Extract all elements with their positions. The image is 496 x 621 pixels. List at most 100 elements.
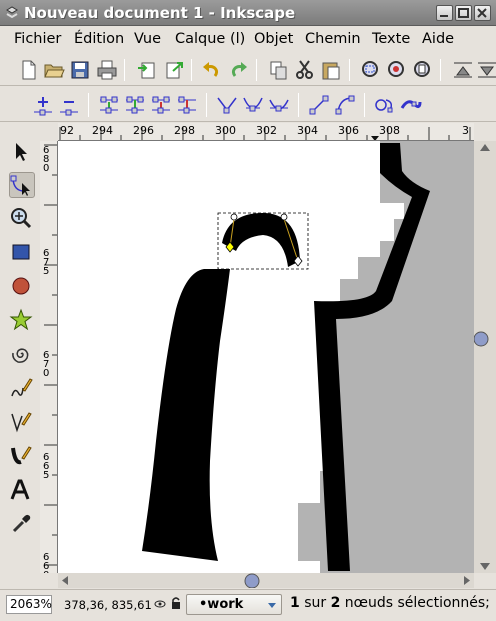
menu-vue[interactable]: Vue <box>134 31 161 47</box>
menubar: Fichier Édition Vue Calque (l) Objet Che… <box>0 26 496 52</box>
eye-icon[interactable] <box>154 598 166 610</box>
horizontal-scrollbar[interactable] <box>58 573 474 589</box>
maximize-button[interactable] <box>455 5 472 21</box>
h-tick-label: 304 <box>297 124 318 137</box>
print-icon[interactable] <box>96 59 118 81</box>
scrollbar-track <box>62 573 470 589</box>
pencil-tool-icon <box>11 378 33 397</box>
node-symmetric-icon[interactable] <box>268 94 290 116</box>
more-icon[interactable] <box>476 59 496 81</box>
rect-tool[interactable] <box>9 240 35 266</box>
vertical-scrollbar[interactable] <box>473 141 496 573</box>
h-tick-label: 3 <box>462 124 469 137</box>
v-tick-label: 665 <box>43 452 50 481</box>
left-brush-shape <box>142 269 230 561</box>
pen-tool-icon <box>11 412 32 433</box>
h-tick-label: 296 <box>133 124 154 137</box>
delete-segment-icon[interactable] <box>176 94 198 116</box>
zoom-tool[interactable] <box>9 206 35 232</box>
pen-tool[interactable] <box>9 410 35 436</box>
lock-icon[interactable] <box>170 596 182 610</box>
chevron-down-icon <box>268 603 276 608</box>
stroke-to-path-icon[interactable] <box>400 94 422 116</box>
object-to-path-icon[interactable] <box>374 94 396 116</box>
paste-icon[interactable] <box>320 59 342 81</box>
h-tick-label: 306 <box>338 124 359 137</box>
layer-select[interactable]: •work <box>186 594 282 615</box>
import-icon[interactable] <box>136 59 158 81</box>
delete-node-icon[interactable] <box>58 94 80 116</box>
open-icon[interactable] <box>43 59 65 81</box>
vertical-ruler: 680 675 670 665 660 <box>40 141 58 573</box>
selector-tool[interactable] <box>9 140 35 166</box>
close-button[interactable] <box>474 5 491 21</box>
h-tick-label: 302 <box>256 124 277 137</box>
break-path-icon[interactable] <box>150 94 172 116</box>
maximize-icon <box>458 8 469 18</box>
node-tool[interactable] <box>9 172 35 198</box>
segment-line-icon[interactable] <box>308 94 330 116</box>
insert-node-icon[interactable] <box>32 94 54 116</box>
spiral-tool-icon <box>12 348 29 363</box>
menu-objet[interactable]: Objet <box>254 31 293 47</box>
save-icon[interactable] <box>69 59 91 81</box>
text-tool[interactable] <box>9 478 35 504</box>
zoom-drawing-icon[interactable] <box>386 59 408 81</box>
menu-chemin[interactable]: Chemin <box>305 31 361 47</box>
v-tick-label: 660 <box>43 552 50 574</box>
menu-fichier[interactable]: Fichier <box>14 31 61 47</box>
status-message: 1 sur 2 nœuds sélectionnés; <box>290 595 490 611</box>
drawing-canvas[interactable] <box>58 141 474 573</box>
selected-count: 1 <box>290 595 300 611</box>
scroll-thumb-icon <box>244 573 260 589</box>
toolbox <box>0 122 40 588</box>
circle-tool[interactable] <box>9 274 35 300</box>
join-nodes-icon[interactable] <box>98 94 120 116</box>
close-icon <box>477 8 487 18</box>
segment-curve-icon[interactable] <box>334 94 356 116</box>
menu-texte[interactable]: Texte <box>372 31 410 47</box>
v-tick-label: 670 <box>43 350 50 379</box>
calligraphy-tool[interactable] <box>9 444 35 470</box>
window-titlebar: Nouveau document 1 - Inkscape <box>0 0 496 26</box>
export-icon[interactable] <box>163 59 185 81</box>
node-controls-bar <box>0 87 496 122</box>
cut-icon[interactable] <box>294 59 316 81</box>
duplicate-icon[interactable] <box>268 59 290 81</box>
minimize-button[interactable] <box>436 5 453 21</box>
dropper-tool[interactable] <box>9 512 35 538</box>
pencil-tool[interactable] <box>9 376 35 402</box>
node-smooth-icon[interactable] <box>242 94 264 116</box>
commands-toolbar <box>0 53 496 86</box>
spiral-tool[interactable] <box>9 342 35 368</box>
redo-icon[interactable] <box>227 59 249 81</box>
scroll-up-icon <box>480 144 490 151</box>
menu-edition[interactable]: Édition <box>74 31 124 47</box>
cursor-coords: 378,36, 835,61 <box>64 598 152 612</box>
undo-icon[interactable] <box>201 59 223 81</box>
status-bar: 2063% 378,36, 835,61 •work 1 sur 2 nœuds… <box>0 589 496 621</box>
window-menu-icon[interactable] <box>5 6 19 20</box>
minimize-icon <box>440 15 448 17</box>
drawing <box>142 141 474 573</box>
calligraphy-tool-icon <box>11 446 32 465</box>
menu-calque[interactable]: Calque (l) <box>175 31 245 47</box>
star-tool[interactable] <box>9 308 35 334</box>
status-text-sur: sur <box>299 595 331 611</box>
scroll-thumb-icon <box>473 331 489 347</box>
scroll-down-icon <box>480 563 490 570</box>
h-tick-label: 294 <box>92 124 113 137</box>
align-icon[interactable] <box>452 59 474 81</box>
zoom-field[interactable]: 2063% <box>6 595 52 614</box>
dropper-tool-icon <box>12 514 31 533</box>
node-cusp-icon[interactable] <box>216 94 238 116</box>
menu-aide[interactable]: Aide <box>422 31 454 47</box>
star-tool-icon <box>9 308 33 331</box>
zoom-tool-icon <box>11 208 32 229</box>
v-tick-label: 675 <box>43 248 50 277</box>
join-segment-icon[interactable] <box>124 94 146 116</box>
zoom-selection-icon[interactable] <box>360 59 382 81</box>
h-tick-label: 308 <box>379 124 400 137</box>
zoom-page-icon[interactable] <box>412 59 434 81</box>
new-doc-icon[interactable] <box>18 59 40 81</box>
